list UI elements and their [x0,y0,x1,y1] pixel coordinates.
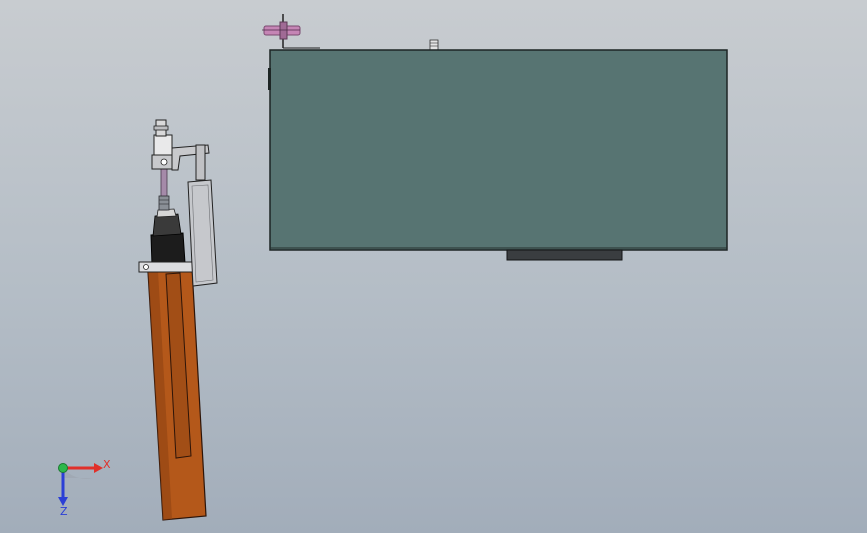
y-axis-icon [58,463,68,473]
model-canvas[interactable]: X Z [0,0,867,533]
axis-triad: X Z [58,458,111,518]
bottom-rail[interactable] [506,249,623,261]
panel-assembly[interactable] [262,14,728,261]
top-screw[interactable] [429,39,439,51]
cad-viewport[interactable]: X Z [0,0,867,533]
rubber-block[interactable] [150,232,186,266]
z-axis-label: Z [60,505,68,518]
clamp-bracket[interactable] [138,261,196,273]
top-pin[interactable] [262,14,320,49]
x-axis-label: X [103,458,111,471]
main-plate[interactable] [269,49,728,251]
cylinder-assembly[interactable] [138,119,218,521]
